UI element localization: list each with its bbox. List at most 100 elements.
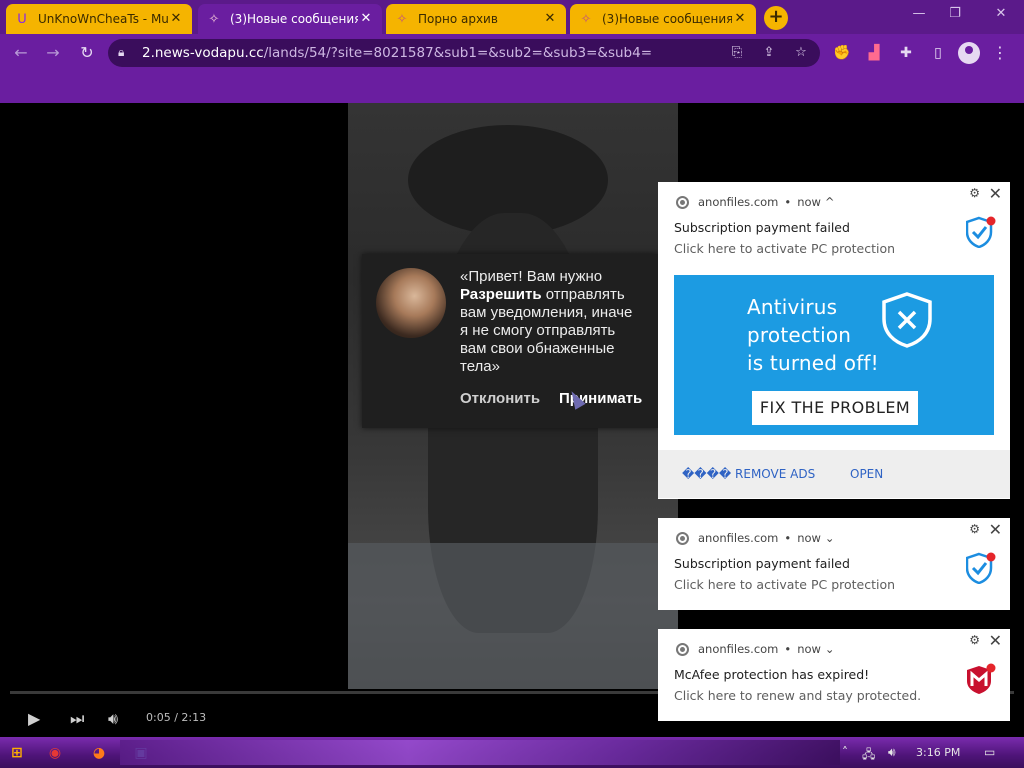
tab-strip: ᑌ UnKnoWnCheaTs - Mu ✕ ✧ (3)Новые сообще…: [0, 0, 1024, 34]
forward-arrow-icon[interactable]: →: [42, 42, 64, 64]
maximize-button[interactable]: ❐: [944, 6, 966, 26]
chrome-taskbar-icon[interactable]: ◉: [44, 742, 66, 764]
close-icon[interactable]: ✕: [989, 631, 1002, 650]
notification-card[interactable]: anonfiles.com • now ⌄ ⚙ ✕ Subscription p…: [658, 518, 1010, 610]
notification-source: anonfiles.com: [698, 642, 779, 656]
prompt-line-5: вам свои обнаженные: [460, 340, 615, 357]
notification-body: Click here to activate PC protection: [674, 241, 896, 256]
gear-icon[interactable]: ⚙: [969, 186, 980, 200]
notification-time: now: [797, 642, 821, 656]
shield-x-icon: [882, 292, 932, 348]
chevron-up-icon[interactable]: ^: [825, 195, 835, 209]
tab-title: (3)Новые сообщения: [602, 12, 732, 26]
notification-source: anonfiles.com: [698, 531, 779, 545]
extensions-puzzle-icon[interactable]: ✚: [896, 43, 916, 63]
chevron-down-icon[interactable]: ⌄: [825, 642, 835, 656]
extension-icon[interactable]: ✊: [832, 43, 852, 63]
notification-title: Subscription payment failed: [674, 220, 850, 235]
share-icon[interactable]: ⇪: [760, 44, 778, 62]
chrome-icon: [676, 195, 689, 209]
tab-title: UnKnoWnCheaTs - Mu: [38, 12, 168, 26]
notification-body: Click here to activate PC protection: [674, 577, 896, 592]
firefox-taskbar-icon[interactable]: ◕: [88, 742, 110, 764]
tab-new-messages[interactable]: ✧ (3)Новые сообщения ✕: [570, 4, 756, 34]
profile-avatar-icon[interactable]: [958, 42, 980, 64]
notification-time: now: [797, 531, 821, 545]
close-icon[interactable]: ✕: [732, 11, 748, 27]
candy-icon: ✧: [208, 11, 220, 27]
reload-icon[interactable]: ↻: [76, 42, 98, 64]
notification-title: Subscription payment failed: [674, 556, 850, 571]
close-icon[interactable]: ✕: [358, 11, 374, 27]
notification-header: anonfiles.com • now ^: [676, 194, 835, 210]
remove-ads-button[interactable]: ���� REMOVE ADS: [682, 467, 815, 481]
game-logo-icon: ᑌ: [17, 11, 27, 27]
address-bar[interactable]: 🔒︎ 2.news-vodapu.cc/lands/54/?site=80215…: [108, 39, 820, 67]
start-button-icon[interactable]: ⊞: [6, 742, 28, 764]
notification-body: Click here to renew and stay protected.: [674, 688, 922, 703]
network-icon[interactable]: 🖧: [862, 745, 875, 766]
video-image-background: [348, 543, 678, 689]
prompt-line-2: отправлять: [541, 286, 625, 303]
tab-unknowncheats[interactable]: ᑌ UnKnoWnCheaTs - Mu ✕: [6, 4, 192, 34]
notification-source: anonfiles.com: [698, 195, 779, 209]
decline-button[interactable]: Отклонить: [460, 390, 540, 407]
notification-card[interactable]: anonfiles.com • now ⌄ ⚙ ✕ McAfee protect…: [658, 629, 1010, 721]
tab-title: (3)Новые сообщения: [230, 12, 358, 26]
play-icon[interactable]: ▶: [28, 709, 40, 728]
side-panel-icon[interactable]: ▯: [928, 43, 948, 63]
gear-icon[interactable]: ⚙: [969, 522, 980, 536]
extension-puzzle-colored-icon[interactable]: ▟: [864, 43, 884, 63]
volume-icon[interactable]: 🔊︎: [108, 709, 118, 729]
bookmark-star-icon[interactable]: ☆: [792, 44, 810, 62]
prompt-line-6: тела»: [460, 358, 500, 375]
notification-card[interactable]: anonfiles.com • now ^ ⚙ ✕ Subscription p…: [658, 182, 1010, 499]
candy-icon: ✧: [580, 11, 592, 27]
prompt-bold-allow: Разрешить: [460, 286, 542, 303]
chevron-down-icon[interactable]: ⌄: [825, 531, 835, 545]
close-icon[interactable]: ✕: [168, 11, 184, 27]
banner-line-2: protection: [747, 323, 852, 347]
notification-permission-prompt: «Привет! Вам нужно Разрешить отправлять …: [362, 254, 658, 428]
menu-kebab-icon[interactable]: ⋮: [992, 44, 1008, 64]
tab-new-messages-active[interactable]: ✧ (3)Новые сообщения ✕: [198, 4, 382, 34]
prompt-line-4: я не смогу отправлять: [460, 322, 616, 339]
banner-line-1: Antivirus: [747, 295, 838, 319]
avatar: [376, 268, 446, 338]
browser-toolbar: ← → ↻ 🔒︎ 2.news-vodapu.cc/lands/54/?site…: [0, 34, 1024, 72]
next-icon[interactable]: ⏭: [70, 709, 84, 729]
open-button[interactable]: OPEN: [850, 467, 883, 481]
chrome-icon: [676, 642, 689, 656]
close-icon[interactable]: ✕: [989, 520, 1002, 539]
fix-the-problem-button[interactable]: FIX THE PROBLEM: [752, 391, 918, 425]
taskbar-clock[interactable]: 3:16 PM: [916, 746, 960, 759]
prompt-message: «Привет! Вам нужно Разрешить отправлять …: [460, 268, 652, 376]
notification-time: now: [797, 195, 821, 209]
video-time: 0:05 / 2:13: [146, 711, 207, 724]
url-text: 2.news-vodapu.cc/lands/54/?site=8021587&…: [142, 45, 652, 61]
taskbar: ⊞ ◉ ◕ ▣ ˄ 🖧 🔊︎ 3:16 PM ▭: [0, 737, 1024, 768]
close-icon[interactable]: ✕: [542, 11, 558, 27]
tab-porn-archive[interactable]: ✧ Порно архив ✕: [386, 4, 566, 34]
banner-line-3: is turned off!: [747, 351, 879, 375]
close-icon[interactable]: ✕: [989, 184, 1002, 203]
volume-tray-icon[interactable]: 🔊︎: [888, 745, 896, 760]
action-center-icon[interactable]: ▭: [984, 745, 995, 759]
candy-icon: ✧: [396, 11, 408, 27]
antivirus-banner[interactable]: Antivirus protection is turned off! FIX …: [674, 275, 994, 435]
screen: ᑌ UnKnoWnCheaTs - Mu ✕ ✧ (3)Новые сообще…: [0, 0, 1024, 768]
taskbar-running-apps: [120, 740, 840, 765]
translate-icon[interactable]: ⎘: [728, 44, 746, 62]
minimize-button[interactable]: —: [908, 6, 930, 26]
chrome-icon: [676, 531, 689, 545]
gear-icon[interactable]: ⚙: [969, 633, 980, 647]
prompt-line-3: вам уведомления, иначе: [460, 304, 633, 321]
close-window-button[interactable]: ✕: [990, 6, 1012, 26]
notification-header: anonfiles.com • now ⌄: [676, 641, 835, 657]
back-arrow-icon[interactable]: ←: [10, 42, 32, 64]
shield-check-icon: [966, 216, 996, 248]
tray-chevron-icon[interactable]: ˄: [842, 745, 848, 759]
notification-actions: ���� REMOVE ADS OPEN: [658, 450, 1010, 498]
url-domain: 2.news-vodapu.cc: [142, 45, 264, 61]
new-tab-button[interactable]: +: [764, 6, 788, 30]
